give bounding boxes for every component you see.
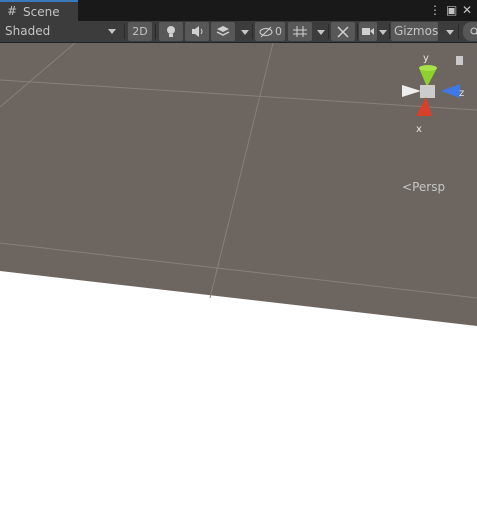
axis-y-cone-base bbox=[419, 65, 437, 71]
eye-hidden-icon bbox=[259, 26, 273, 38]
hidden-object-count: 0 bbox=[275, 25, 282, 38]
gizmos-button[interactable]: Gizmos bbox=[391, 22, 438, 41]
divider bbox=[458, 24, 459, 39]
axis-neg-x-cone[interactable] bbox=[402, 85, 421, 97]
tab-scene[interactable]: # Scene bbox=[0, 0, 78, 21]
scene-viewport[interactable]: y z x <Persp bbox=[0, 43, 477, 532]
lighting-toggle-button[interactable] bbox=[159, 22, 183, 41]
shading-mode-label: Shaded bbox=[5, 24, 51, 38]
scene-tab-icon: # bbox=[7, 4, 18, 18]
search-field[interactable] bbox=[463, 22, 477, 41]
projection-label: Persp bbox=[412, 180, 446, 194]
shading-mode-dropdown[interactable]: Shaded bbox=[0, 21, 122, 42]
more-options-icon[interactable]: ⋮ bbox=[429, 2, 441, 18]
grid-icon bbox=[293, 26, 307, 37]
orientation-gizmo[interactable]: y z x bbox=[396, 53, 468, 133]
grid-dropdown-icon[interactable] bbox=[317, 30, 325, 35]
maximize-icon[interactable]: ▣ bbox=[446, 2, 457, 18]
tab-bar: # Scene ⋮ ▣ ✕ bbox=[0, 0, 477, 21]
gizmo-center-cube[interactable] bbox=[420, 85, 435, 98]
divider bbox=[357, 24, 358, 39]
2d-toggle-button[interactable]: 2D bbox=[128, 22, 152, 41]
axis-z-label: z bbox=[459, 88, 464, 99]
tools-icon bbox=[337, 26, 349, 38]
divider bbox=[328, 24, 329, 39]
gizmos-dropdown-icon[interactable] bbox=[446, 30, 454, 35]
camera-dropdown-icon[interactable] bbox=[379, 30, 387, 35]
tab-scene-label: Scene bbox=[23, 5, 60, 19]
divider bbox=[124, 24, 125, 39]
layers-icon bbox=[216, 26, 230, 36]
axis-x-label: x bbox=[416, 124, 422, 133]
lock-icon[interactable] bbox=[456, 56, 463, 65]
close-icon[interactable]: ✕ bbox=[462, 2, 472, 18]
audio-toggle-button[interactable] bbox=[185, 22, 209, 41]
camera-button[interactable] bbox=[359, 22, 377, 41]
divider bbox=[252, 24, 253, 39]
divider bbox=[155, 24, 156, 39]
chevron-down-icon bbox=[108, 29, 116, 34]
camera-icon bbox=[362, 28, 374, 35]
effects-dropdown-icon[interactable] bbox=[241, 30, 249, 35]
projection-toggle[interactable]: <Persp bbox=[402, 180, 445, 194]
speaker-icon bbox=[192, 26, 203, 37]
divider bbox=[389, 24, 390, 39]
lightbulb-icon bbox=[167, 26, 175, 37]
effects-toggle-button[interactable] bbox=[211, 22, 235, 41]
chevron-left-icon: < bbox=[402, 180, 413, 194]
axis-x-cone[interactable] bbox=[416, 97, 432, 116]
grid-toggle-button[interactable] bbox=[288, 22, 312, 41]
axis-z-cone[interactable] bbox=[441, 84, 460, 98]
scene-visibility-toggle[interactable]: 0 bbox=[255, 22, 285, 41]
axis-y-label: y bbox=[423, 53, 429, 64]
tools-button[interactable] bbox=[331, 22, 355, 41]
search-icon bbox=[470, 27, 477, 35]
scene-toolbar: Shaded 2D 0 Gizmos bbox=[0, 21, 477, 43]
